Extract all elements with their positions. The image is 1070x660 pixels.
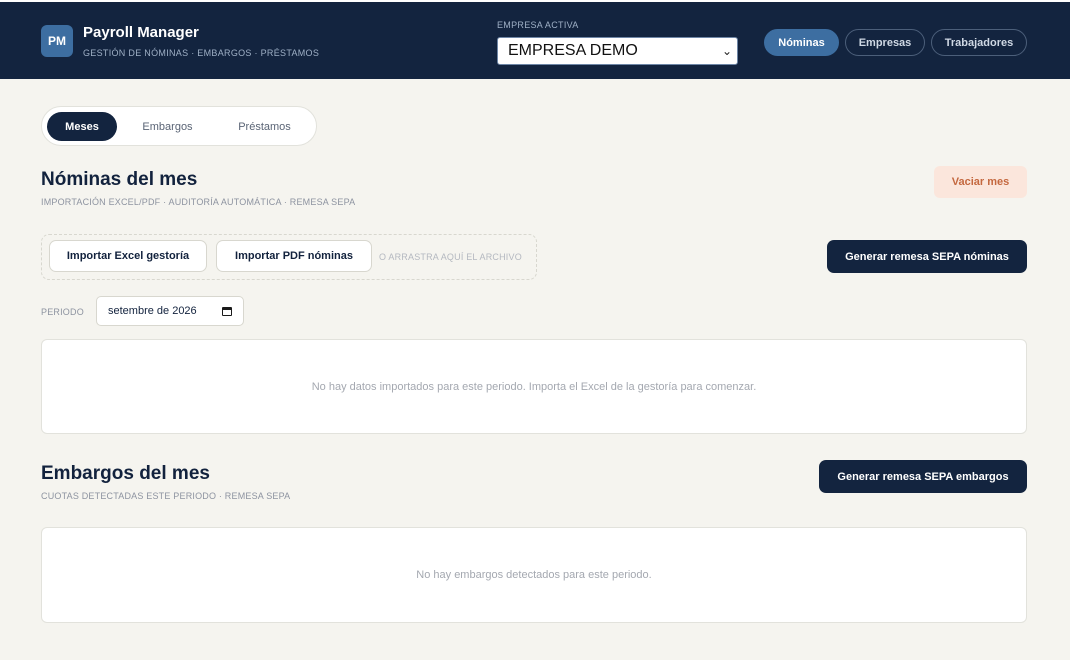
tab-prestamos[interactable]: Préstamos	[222, 112, 307, 141]
app-subtitle: GESTIÓN DE NÓMINAS · EMBARGOS · PRÉSTAMO…	[83, 48, 320, 58]
nominas-empty-message: No hay datos importados para este period…	[311, 380, 757, 393]
top-bar: PM Payroll Manager GESTIÓN DE NÓMINAS · …	[0, 0, 1070, 79]
vaciar-mes-button[interactable]: Vaciar mes	[934, 166, 1027, 198]
empresa-select[interactable]: EMPRESA DEMO ⌄	[497, 37, 738, 65]
nav-trabajadores[interactable]: Trabajadores	[931, 29, 1027, 56]
nav-empresas[interactable]: Empresas	[845, 29, 925, 56]
import-pdf-button[interactable]: Importar PDF nóminas	[216, 240, 372, 272]
empresa-label: EMPRESA ACTIVA	[497, 20, 579, 30]
calendar-icon[interactable]	[222, 307, 232, 316]
app-logo: PM	[41, 25, 73, 57]
periodo-value: setembre de 2026	[108, 305, 197, 317]
embargos-empty-card: No hay embargos detectados para este per…	[41, 527, 1027, 623]
nominas-title: Nóminas del mes	[41, 169, 198, 190]
embargos-empty-message: No hay embargos detectados para este per…	[416, 569, 652, 581]
periodo-input[interactable]: setembre de 2026	[96, 296, 244, 326]
nominas-subtitle: IMPORTACIÓN EXCEL/PDF · AUDITORÍA AUTOMÁ…	[41, 197, 356, 207]
drop-hint: O ARRASTRA AQUÍ EL ARCHIVO	[379, 252, 522, 262]
nominas-empty-card: No hay datos importados para este period…	[41, 339, 1027, 434]
embargos-subtitle: CUOTAS DETECTADAS ESTE PERIODO · REMESA …	[41, 491, 291, 501]
empresa-value: EMPRESA DEMO	[508, 42, 638, 59]
chevron-down-icon: ⌄	[721, 44, 732, 58]
embargos-title: Embargos del mes	[41, 463, 210, 484]
nav-nominas[interactable]: Nóminas	[764, 29, 839, 56]
sepa-embargos-button[interactable]: Generar remesa SEPA embargos	[819, 460, 1027, 493]
tab-meses[interactable]: Meses	[47, 112, 117, 141]
sub-tabs: Meses Embargos Préstamos	[41, 106, 317, 146]
import-excel-button[interactable]: Importar Excel gestoría	[49, 240, 207, 272]
app-title: Payroll Manager	[83, 24, 199, 41]
sepa-nominas-button[interactable]: Generar remesa SEPA nóminas	[827, 240, 1027, 273]
periodo-label: PERIODO	[41, 307, 84, 317]
tab-embargos[interactable]: Embargos	[131, 112, 204, 141]
